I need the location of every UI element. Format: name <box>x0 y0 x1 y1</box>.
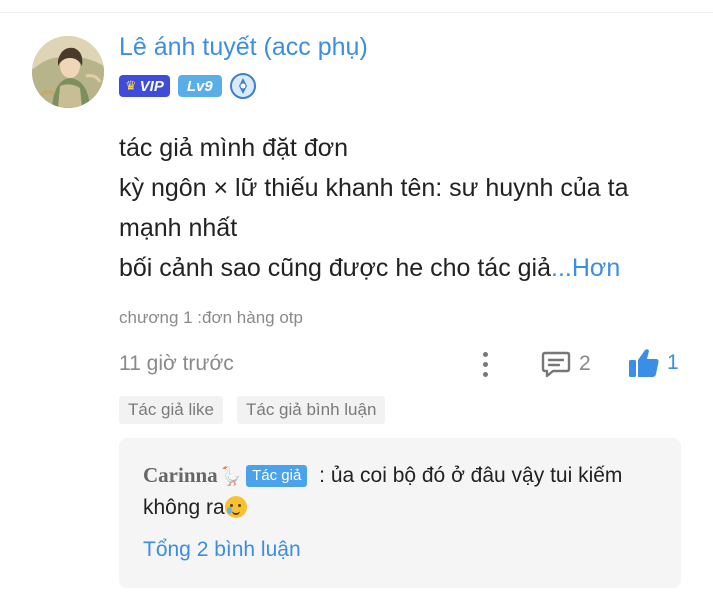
goose-icon: 🪿 <box>219 466 243 486</box>
comment-line-last: bối cảnh sao cũng được he cho tác giả...… <box>119 248 689 288</box>
view-all-replies-link[interactable]: Tổng 2 bình luận <box>143 538 301 562</box>
vip-label: VIP <box>139 77 164 95</box>
username[interactable]: Lê ánh tuyết (acc phụ) <box>119 33 368 62</box>
reply-button[interactable]: 2 <box>541 348 591 380</box>
comment-line: mạnh nhất <box>119 214 238 242</box>
comment-line-text: bối cảnh sao cũng được he cho tác giả <box>119 254 552 282</box>
reply-content: Carinna 🪿 Tác giả : ủa coi bộ đó ở đâu vậy… <box>143 460 663 523</box>
vip-badge[interactable]: ♛ VIP <box>119 75 170 97</box>
author-badge: Tác giả <box>246 465 308 487</box>
more-options-icon[interactable] <box>474 348 496 380</box>
author-tags: Tác giả like Tác giả bình luận <box>119 396 386 424</box>
crying-face-emoji <box>224 496 247 518</box>
user-badges: ♛ VIP Lv9 <box>119 73 256 99</box>
avatar[interactable] <box>32 36 104 108</box>
reply-preview[interactable]: Carinna 🪿 Tác giả : ủa coi bộ đó ở đâu vậy… <box>119 438 681 588</box>
tag-author-like: Tác giả like <box>119 396 223 424</box>
tag-author-comment: Tác giả bình luận <box>236 396 386 424</box>
user-avatar-illustration <box>32 36 104 108</box>
blue-medal-icon[interactable] <box>229 73 256 99</box>
expand-more-link[interactable]: ...Hơn <box>551 254 620 282</box>
chapter-reference[interactable]: chương 1 :đơn hàng otp <box>119 308 303 328</box>
comment-line: tác giả mình đặt đơn <box>119 134 349 162</box>
comment-line: kỳ ngôn × lữ thiếu khanh tên: sư huynh c… <box>119 174 629 202</box>
comment-timestamp: 11 giờ trước <box>119 352 234 375</box>
like-button[interactable]: 1 <box>627 346 679 380</box>
reply-author[interactable]: Carinna <box>143 463 218 487</box>
comment-icon <box>541 351 571 378</box>
crown-icon: ♛ <box>125 78 137 93</box>
comment-body: tác giả mình đặt đơn kỳ ngôn × lữ thiếu … <box>119 128 689 288</box>
like-count: 1 <box>667 351 679 374</box>
level-badge[interactable]: Lv9 <box>177 75 222 97</box>
reply-count: 2 <box>579 352 591 375</box>
thumbs-up-icon <box>629 349 659 377</box>
top-divider <box>0 12 713 13</box>
